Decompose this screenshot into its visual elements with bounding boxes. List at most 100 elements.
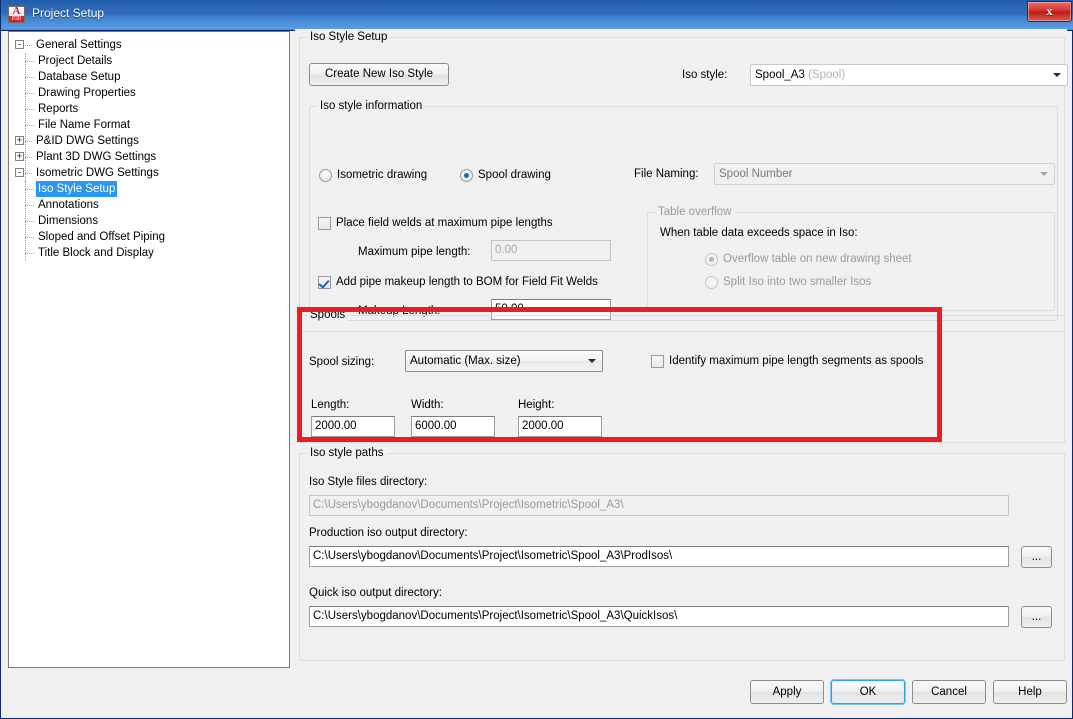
radio-spool-drawing[interactable] (460, 169, 473, 182)
expand-icon[interactable]: + (15, 152, 24, 161)
tree-item-plant-3d-dwg-settings[interactable]: + Plant 3D DWG Settings (9, 149, 289, 165)
iso-style-value: Spool_A3 (755, 69, 805, 81)
production-iso-output-dir-label: Production iso output directory: (309, 527, 468, 539)
table-overflow-group-title: Table overflow (655, 206, 735, 218)
tree-item-label: Project Details (38, 55, 113, 67)
spool-height-input[interactable]: 2000.00 (518, 416, 602, 437)
create-new-iso-style-label: Create New Iso Style (324, 68, 433, 80)
iso-style-information-group: Iso style information Isometric drawing … (309, 100, 1058, 321)
spools-group: Spools Spool sizing: Automatic (Max. siz… (299, 309, 1065, 443)
help-button[interactable]: Help (993, 680, 1067, 704)
file-naming-label: File Naming: (634, 168, 699, 180)
tree-item-file-name-format[interactable]: File Name Format (9, 117, 289, 133)
cancel-button[interactable]: Cancel (912, 680, 986, 704)
radio-isometric-drawing[interactable] (319, 169, 332, 182)
collapse-icon[interactable]: - (15, 168, 24, 177)
iso-style-setup-group: Iso Style Setup Create New Iso Style Iso… (299, 31, 1068, 332)
spool-width-input[interactable]: 6000.00 (411, 416, 495, 437)
tree-item-isometric-dwg-settings[interactable]: - Isometric DWG Settings (9, 165, 289, 181)
tree-guide-line (25, 61, 34, 63)
ok-button-label: OK (859, 686, 877, 698)
checkbox-add-pipe-makeup-label: Add pipe makeup length to BOM for Field … (336, 276, 598, 288)
help-button-label: Help (1018, 686, 1042, 698)
iso-style-files-dir-input: C:\Users\ybogdanov\Documents\Project\Iso… (309, 495, 1009, 516)
collapse-icon[interactable]: - (15, 40, 24, 49)
tree-item-label: Dimensions (38, 215, 99, 227)
checkbox-place-field-welds[interactable] (318, 217, 331, 230)
tree-item-general-settings[interactable]: - General Settings (9, 37, 289, 53)
browse-quick-dir-label: ... (1031, 611, 1042, 623)
spool-length-input[interactable]: 2000.00 (311, 416, 395, 437)
chevron-down-icon (1053, 73, 1061, 77)
tree-item-label: Database Setup (38, 71, 121, 83)
chevron-down-icon (588, 359, 596, 363)
project-setup-window: A P3D Project Setup x - General Settings P… (0, 0, 1073, 719)
title-bar-gradient (1, 2, 1073, 29)
tree-guide-line (25, 141, 32, 143)
file-naming-combo[interactable]: Spool Number (714, 163, 1055, 185)
browse-production-dir-label: ... (1031, 551, 1042, 563)
tree-guide-line (25, 181, 27, 261)
tree-item-label: Title Block and Display (38, 247, 154, 259)
radio-split-iso[interactable] (705, 276, 718, 289)
spool-sizing-value: Automatic (Max. size) (410, 355, 521, 367)
tree-guide-line (25, 77, 34, 79)
radio-spool-drawing-label: Spool drawing (478, 169, 551, 181)
radio-split-iso-label: Split Iso into two smaller Isos (723, 276, 872, 288)
tree-item-project-details[interactable]: Project Details (9, 53, 289, 69)
spool-length-label: Length: (311, 399, 350, 411)
tree-item-dimensions[interactable]: Dimensions (9, 213, 289, 229)
create-new-iso-style-button[interactable]: Create New Iso Style (309, 63, 449, 86)
ok-button[interactable]: OK (831, 680, 905, 704)
chevron-down-icon (1040, 172, 1048, 176)
tree-item-label: File Name Format (38, 119, 131, 131)
tree-item-label: General Settings (36, 39, 122, 51)
radio-overflow-table-new-sheet[interactable] (705, 253, 718, 266)
tree-item-label: Reports (38, 103, 79, 115)
settings-tree[interactable]: - General Settings Project Details Database… (8, 31, 290, 668)
radio-isometric-drawing-label: Isometric drawing (337, 169, 428, 181)
iso-style-paths-group-title: Iso style paths (307, 447, 387, 459)
max-pipe-length-input[interactable]: 0.00 (491, 240, 611, 261)
production-iso-output-dir-input[interactable]: C:\Users\ybogdanov\Documents\Project\Iso… (309, 546, 1009, 567)
browse-quick-dir-button[interactable]: ... (1021, 606, 1052, 628)
spool-height-label: Height: (518, 399, 555, 411)
tree-item-label: P&ID DWG Settings (36, 135, 139, 147)
expand-icon[interactable]: + (15, 136, 24, 145)
iso-style-paths-group: Iso style paths Iso Style files director… (299, 447, 1065, 661)
tree-item-drawing-properties[interactable]: Drawing Properties (9, 85, 289, 101)
window-title: Project Setup (32, 6, 105, 20)
tree-item-iso-style-setup[interactable]: Iso Style Setup (9, 181, 289, 197)
quick-iso-output-dir-input[interactable]: C:\Users\ybogdanov\Documents\Project\Iso… (309, 606, 1009, 627)
checkbox-add-pipe-makeup[interactable] (318, 276, 331, 289)
close-button[interactable]: x (1027, 1, 1072, 22)
tree-item-reports[interactable]: Reports (9, 101, 289, 117)
iso-style-label: Iso style: (682, 69, 728, 81)
tree-item-database-setup[interactable]: Database Setup (9, 69, 289, 85)
title-bar: A P3D Project Setup x (1, 0, 1073, 31)
tree-item-label: Annotations (38, 199, 99, 211)
checkbox-identify-max-pipe-segments-label: Identify maximum pipe length segments as… (669, 355, 924, 367)
tree-guide-line (25, 173, 32, 175)
table-overflow-prompt: When table data exceeds space in Iso: (660, 227, 858, 239)
tree-guide-line (25, 45, 32, 47)
cancel-button-label: Cancel (931, 686, 967, 698)
tree-item-annotations[interactable]: Annotations (9, 197, 289, 213)
tree-item-title-block-and-display[interactable]: Title Block and Display (9, 245, 289, 261)
iso-style-suffix: (Spool) (808, 69, 846, 81)
tree-item-p-id-dwg-settings[interactable]: + P&ID DWG Settings (9, 133, 289, 149)
spools-group-title: Spools (307, 309, 349, 321)
spool-sizing-combo[interactable]: Automatic (Max. size) (405, 350, 603, 372)
dialog-button-bar: Apply OK Cancel Help (8, 668, 1067, 712)
tree-guide-line (25, 93, 34, 95)
tree-guide-line (25, 109, 34, 111)
iso-style-combo[interactable]: Spool_A3 (Spool) (750, 64, 1068, 86)
tree-item-label: Isometric DWG Settings (36, 167, 159, 179)
tree-item-sloped-and-offset-piping[interactable]: Sloped and Offset Piping (9, 229, 289, 245)
browse-production-dir-button[interactable]: ... (1021, 546, 1052, 568)
tree-guide-line (25, 157, 32, 159)
checkbox-identify-max-pipe-segments[interactable] (651, 355, 664, 368)
apply-button[interactable]: Apply (750, 680, 824, 704)
spool-width-label: Width: (411, 399, 444, 411)
content-panel: Iso Style Setup Create New Iso Style Iso… (295, 29, 1068, 670)
